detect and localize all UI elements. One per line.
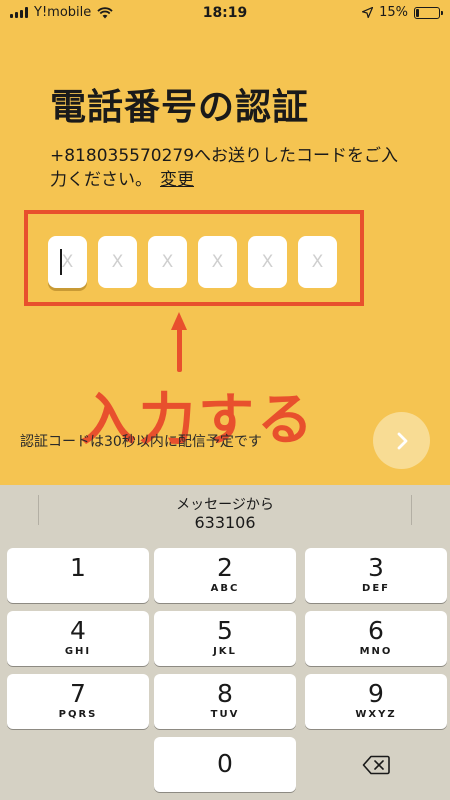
chevron-right-icon: [397, 432, 407, 449]
arrow-up-icon: [171, 312, 187, 372]
key-letters: JKL: [213, 646, 237, 657]
key-letters: PQRS: [58, 709, 98, 720]
key-0[interactable]: 0: [154, 737, 296, 792]
key-letters: WXYZ: [355, 709, 397, 720]
key-number: 7: [70, 679, 86, 708]
key-8[interactable]: 8 TUV: [154, 674, 296, 729]
key-2[interactable]: 2 ABC: [154, 548, 296, 603]
next-button[interactable]: [373, 412, 430, 469]
description: +818035570279へお送りしたコードをご入力ください。 変更: [50, 144, 410, 192]
key-number: 3: [368, 553, 384, 582]
key-number: 4: [70, 616, 86, 645]
code-input[interactable]: XXXXXX: [48, 236, 337, 288]
suggestion-code: 633106: [194, 513, 256, 532]
key-number: 8: [217, 679, 233, 708]
location-icon: [362, 7, 374, 18]
key-number: 5: [217, 616, 233, 645]
delivery-notice: 認証コードは30秒以内に配信予定です: [20, 434, 262, 450]
key-9[interactable]: 9 WXYZ: [305, 674, 447, 729]
suggestion-label: メッセージから: [176, 497, 274, 513]
code-slot[interactable]: X: [248, 236, 287, 288]
status-bar: Y!mobile 18:19 15%: [0, 0, 450, 26]
status-right: 15%: [362, 5, 443, 20]
code-slot[interactable]: X: [98, 236, 137, 288]
key-number: 0: [217, 749, 233, 778]
key-letters: DEF: [362, 583, 390, 594]
delete-key[interactable]: [305, 737, 447, 792]
key-letters: ABC: [210, 583, 240, 594]
key-4[interactable]: 4 GHI: [7, 611, 149, 666]
numeric-keyboard: メッセージから 633106 1 2 ABC 3 DEF 4 GHI 5 JKL 6 MNO 7 PQR…: [0, 485, 450, 800]
key-number: 1: [70, 553, 86, 582]
key-number: 2: [217, 553, 233, 582]
battery-fill: [416, 8, 420, 17]
backspace-icon: [362, 755, 390, 774]
text-cursor: [60, 249, 62, 275]
code-slot[interactable]: X: [198, 236, 237, 288]
key-6[interactable]: 6 MNO: [305, 611, 447, 666]
key-letters: GHI: [64, 646, 92, 657]
key-7[interactable]: 7 PQRS: [7, 674, 149, 729]
description-text: +818035570279へお送りしたコードをご入力ください。: [50, 146, 399, 190]
code-slot[interactable]: X: [298, 236, 337, 288]
key-number: 9: [368, 679, 384, 708]
key-letters: MNO: [359, 646, 393, 657]
key-5[interactable]: 5 JKL: [154, 611, 296, 666]
code-slot[interactable]: X: [48, 236, 87, 288]
key-number: 6: [368, 616, 384, 645]
key-letters: TUV: [210, 709, 240, 720]
battery-icon: [414, 6, 443, 19]
key-1[interactable]: 1: [7, 548, 149, 603]
change-link[interactable]: 変更: [160, 170, 194, 190]
autofill-suggestion[interactable]: メッセージから 633106: [0, 485, 450, 533]
key-3[interactable]: 3 DEF: [305, 548, 447, 603]
page-title: 電話番号の認証: [50, 87, 310, 128]
code-slot[interactable]: X: [148, 236, 187, 288]
battery-percent: 15%: [379, 5, 408, 20]
